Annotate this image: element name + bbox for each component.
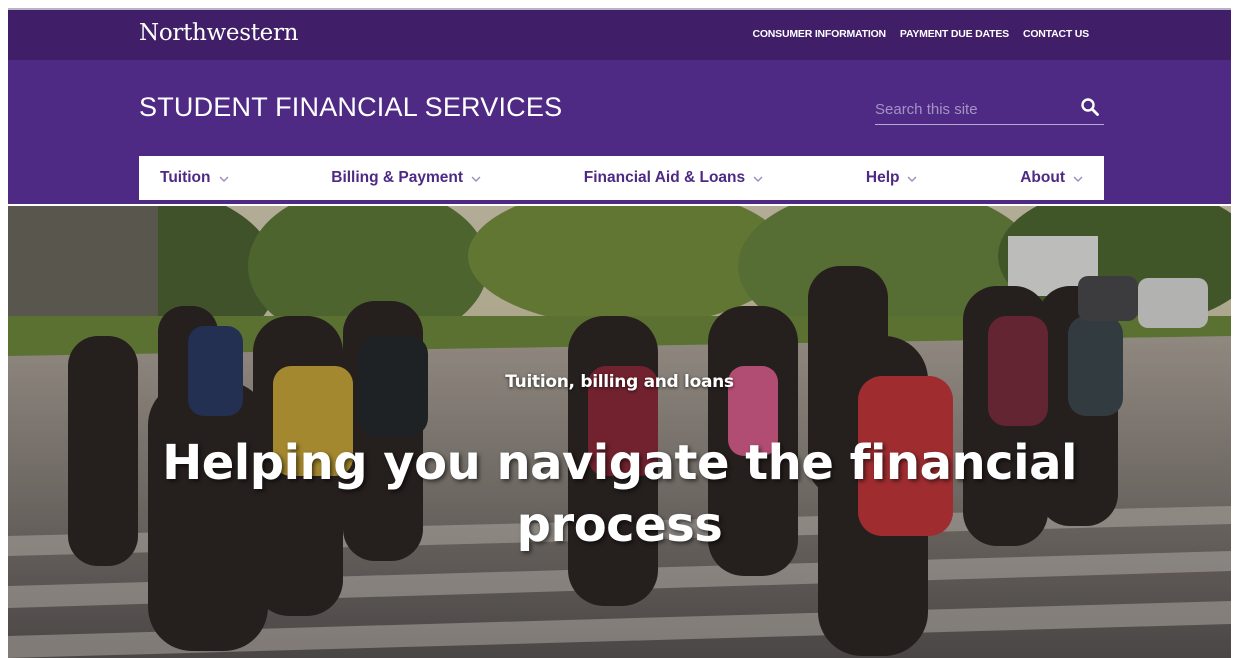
nav-item-billing-payment[interactable]: Billing & Payment: [331, 169, 481, 187]
utility-bar: Northwestern CONSUMER INFORMATION PAYMEN…: [8, 8, 1231, 60]
consumer-information-link[interactable]: CONSUMER INFORMATION: [752, 28, 886, 40]
nav-item-label: Billing & Payment: [331, 169, 464, 186]
hero-eyebrow: Tuition, billing and loans: [505, 372, 734, 392]
search-input[interactable]: [875, 98, 1070, 120]
search-box: [875, 94, 1104, 125]
contact-us-link[interactable]: CONTACT US: [1023, 28, 1089, 40]
chevron-down-icon: [219, 176, 228, 182]
hero-headline: Helping you navigate the financial proce…: [162, 435, 1077, 553]
nav-item-about[interactable]: About: [1020, 169, 1083, 187]
nav-item-help[interactable]: Help: [866, 169, 918, 187]
chevron-down-icon: [1073, 176, 1083, 182]
search-icon[interactable]: [1080, 97, 1100, 117]
main-navigation: Tuition Billing & Payment Financial Aid …: [139, 156, 1104, 200]
nav-item-label: Help: [865, 169, 900, 186]
nav-item-label: Tuition: [160, 169, 211, 186]
chevron-down-icon: [753, 176, 763, 182]
site-header: STUDENT FINANCIAL SERVICES Tuition Billi…: [8, 60, 1231, 204]
nav-item-tuition[interactable]: Tuition: [160, 169, 229, 187]
chevron-down-icon: [907, 176, 917, 182]
site-title[interactable]: STUDENT FINANCIAL SERVICES: [139, 92, 562, 123]
nav-item-label: Financial Aid & Loans: [583, 169, 746, 186]
northwestern-logo[interactable]: Northwestern: [139, 20, 298, 46]
hero-banner: Tuition, billing and loans Helping you n…: [8, 206, 1231, 658]
payment-due-dates-link[interactable]: PAYMENT DUE DATES: [900, 28, 1009, 40]
chevron-down-icon: [471, 176, 481, 182]
page-frame: Northwestern CONSUMER INFORMATION PAYMEN…: [8, 8, 1231, 658]
utility-links: CONSUMER INFORMATION PAYMENT DUE DATES C…: [752, 28, 1089, 40]
nav-item-financial-aid-loans[interactable]: Financial Aid & Loans: [584, 169, 763, 187]
nav-item-label: About: [1020, 169, 1065, 186]
